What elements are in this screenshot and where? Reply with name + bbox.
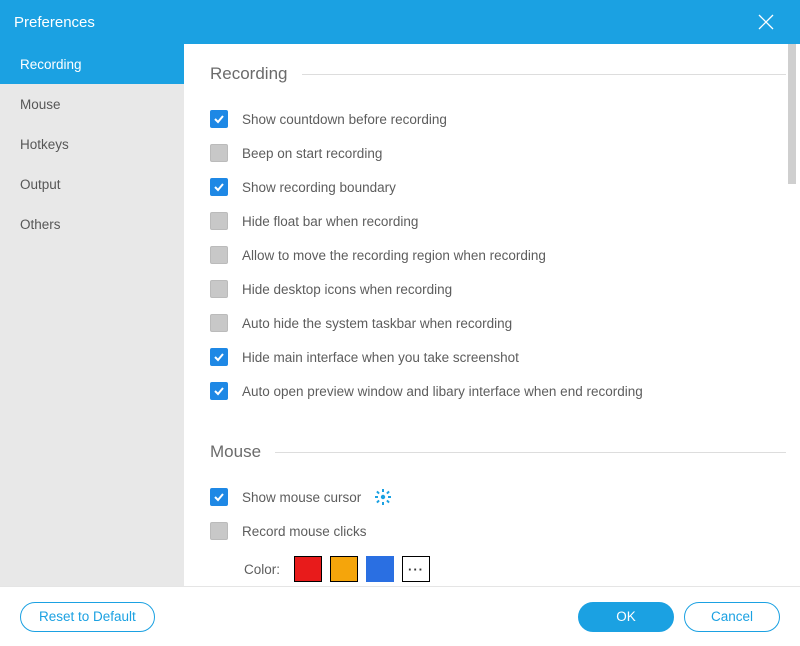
checkbox[interactable] bbox=[210, 382, 228, 400]
divider bbox=[302, 74, 787, 75]
sidebar-item-mouse[interactable]: Mouse bbox=[0, 84, 184, 124]
sidebar-item-label: Others bbox=[20, 217, 61, 232]
option-label: Beep on start recording bbox=[242, 146, 382, 161]
footer: Reset to Default OK Cancel bbox=[0, 586, 800, 646]
color-swatch-red[interactable] bbox=[294, 556, 322, 582]
scroll-area: Recording Show countdown before recordin… bbox=[210, 44, 786, 586]
option-label: Hide desktop icons when recording bbox=[242, 282, 452, 297]
option-label: Auto hide the system taskbar when record… bbox=[242, 316, 512, 331]
checkbox[interactable] bbox=[210, 246, 228, 264]
section-title-text: Recording bbox=[210, 64, 288, 84]
color-swatch-more[interactable]: ··· bbox=[402, 556, 430, 582]
option-label: Hide main interface when you take screen… bbox=[242, 350, 519, 365]
option-row: Beep on start recording bbox=[210, 136, 786, 170]
sidebar-item-label: Mouse bbox=[20, 97, 61, 112]
option-label: Show mouse cursor bbox=[242, 490, 361, 505]
sidebar-item-label: Hotkeys bbox=[20, 137, 69, 152]
gear-icon bbox=[375, 489, 391, 505]
option-label: Auto open preview window and libary inte… bbox=[242, 384, 643, 399]
option-label: Show countdown before recording bbox=[242, 112, 447, 127]
cancel-button[interactable]: Cancel bbox=[684, 602, 780, 632]
close-icon bbox=[757, 13, 775, 31]
preferences-window: Preferences Recording Mouse Hotkeys Outp… bbox=[0, 0, 800, 646]
button-label: Cancel bbox=[711, 609, 753, 624]
option-label: Record mouse clicks bbox=[242, 524, 367, 539]
section-title-recording: Recording bbox=[210, 64, 786, 84]
reset-button[interactable]: Reset to Default bbox=[20, 602, 155, 632]
option-row: Hide main interface when you take screen… bbox=[210, 340, 786, 374]
checkbox[interactable] bbox=[210, 144, 228, 162]
scrollbar-thumb[interactable] bbox=[788, 44, 796, 184]
main-panel: Recording Show countdown before recordin… bbox=[184, 44, 800, 586]
sidebar-item-hotkeys[interactable]: Hotkeys bbox=[0, 124, 184, 164]
scrollbar[interactable] bbox=[788, 44, 798, 586]
option-row: Auto hide the system taskbar when record… bbox=[210, 306, 786, 340]
button-label: Reset to Default bbox=[39, 609, 136, 624]
checkbox-record-mouse-clicks[interactable] bbox=[210, 522, 228, 540]
button-label: OK bbox=[616, 609, 636, 624]
more-dots: ··· bbox=[408, 562, 424, 577]
ok-button[interactable]: OK bbox=[578, 602, 674, 632]
color-swatch-blue[interactable] bbox=[366, 556, 394, 582]
close-button[interactable] bbox=[746, 2, 786, 42]
checkbox[interactable] bbox=[210, 348, 228, 366]
section-title-mouse: Mouse bbox=[210, 442, 786, 462]
titlebar: Preferences bbox=[0, 0, 800, 44]
color-row: Color: ··· bbox=[210, 556, 786, 582]
option-record-mouse-clicks: Record mouse clicks bbox=[210, 514, 786, 548]
sidebar-item-label: Output bbox=[20, 177, 61, 192]
section-title-text: Mouse bbox=[210, 442, 261, 462]
color-swatch-orange[interactable] bbox=[330, 556, 358, 582]
option-row: Hide desktop icons when recording bbox=[210, 272, 786, 306]
divider bbox=[275, 452, 786, 453]
option-label: Allow to move the recording region when … bbox=[242, 248, 546, 263]
option-label: Show recording boundary bbox=[242, 180, 396, 195]
sidebar-item-label: Recording bbox=[20, 57, 82, 72]
sidebar-item-recording[interactable]: Recording bbox=[0, 44, 184, 84]
option-row: Allow to move the recording region when … bbox=[210, 238, 786, 272]
checkbox[interactable] bbox=[210, 178, 228, 196]
checkbox[interactable] bbox=[210, 314, 228, 332]
option-row: Show recording boundary bbox=[210, 170, 786, 204]
sidebar: Recording Mouse Hotkeys Output Others bbox=[0, 44, 184, 586]
option-show-mouse-cursor: Show mouse cursor bbox=[210, 480, 786, 514]
body: Recording Mouse Hotkeys Output Others Re… bbox=[0, 44, 800, 586]
checkbox[interactable] bbox=[210, 280, 228, 298]
option-label: Hide float bar when recording bbox=[242, 214, 418, 229]
sidebar-item-output[interactable]: Output bbox=[0, 164, 184, 204]
option-row: Auto open preview window and libary inte… bbox=[210, 374, 786, 408]
option-row: Show countdown before recording bbox=[210, 102, 786, 136]
option-row: Hide float bar when recording bbox=[210, 204, 786, 238]
color-label: Color: bbox=[244, 562, 280, 577]
window-title: Preferences bbox=[14, 14, 95, 31]
cursor-settings-button[interactable] bbox=[375, 489, 391, 505]
checkbox-show-mouse-cursor[interactable] bbox=[210, 488, 228, 506]
checkbox[interactable] bbox=[210, 212, 228, 230]
sidebar-item-others[interactable]: Others bbox=[0, 204, 184, 244]
checkbox[interactable] bbox=[210, 110, 228, 128]
